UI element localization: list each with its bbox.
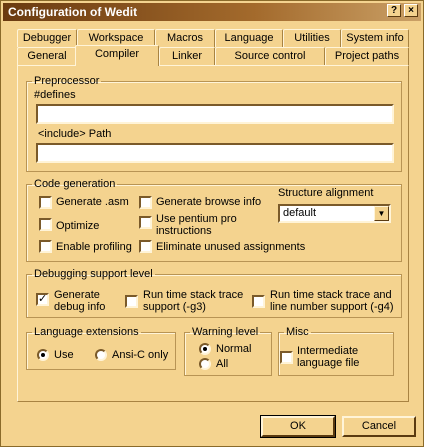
- run-time-g3-label: Run time stack trace support (-g3): [143, 289, 244, 313]
- tab-source-control[interactable]: Source control: [215, 47, 325, 65]
- warning-level-legend: Warning level: [192, 326, 259, 338]
- ansi-c-label: Ansi-C only: [112, 349, 169, 361]
- generate-asm-checkbox[interactable]: [39, 196, 52, 209]
- tab-language[interactable]: Language: [215, 29, 283, 47]
- enable-profiling-checkbox[interactable]: [39, 240, 52, 253]
- generate-debug-label: Generate debug info: [54, 289, 106, 313]
- structure-alignment-label: Structure alignment: [278, 187, 374, 199]
- defines-label: #defines: [34, 89, 76, 101]
- generate-debug-checkbox[interactable]: ✓: [36, 293, 49, 306]
- generate-asm-label: Generate .asm: [56, 196, 129, 208]
- misc-legend: Misc: [286, 326, 309, 338]
- intermediate-language-label: Intermediate language file: [297, 345, 360, 369]
- title-bar: Configuration of Wedit: [3, 3, 421, 21]
- ansi-c-radio[interactable]: [95, 349, 107, 361]
- run-time-g4-label: Run time stack trace and line number sup…: [270, 289, 394, 313]
- window-title: Configuration of Wedit: [8, 5, 138, 19]
- include-path-label: <include> Path: [38, 128, 112, 140]
- config-dialog: Configuration of Wedit ? × Debugger Work…: [0, 0, 424, 447]
- generate-browse-label: Generate browse info: [156, 196, 262, 208]
- tab-compiler[interactable]: Compiler: [75, 45, 159, 66]
- tab-macros[interactable]: Macros: [155, 29, 215, 47]
- compiler-panel: Preprocessor #defines <include> Path Cod…: [17, 65, 409, 402]
- debugging-legend: Debugging support level: [34, 268, 153, 280]
- include-path-input[interactable]: [36, 143, 394, 163]
- help-button[interactable]: ?: [387, 4, 401, 17]
- warning-all-label: All: [216, 358, 229, 370]
- language-extensions-group: Language extensions: [26, 326, 176, 370]
- language-extensions-legend: Language extensions: [34, 326, 139, 338]
- preprocessor-legend: Preprocessor: [34, 75, 100, 87]
- optimize-label: Optimize: [56, 220, 100, 232]
- tab-linker[interactable]: Linker: [159, 47, 215, 65]
- use-extensions-radio[interactable]: [37, 349, 49, 361]
- warning-normal-label: Normal: [216, 343, 252, 355]
- tab-general[interactable]: General: [17, 47, 77, 65]
- enable-profiling-label: Enable profiling: [56, 241, 132, 253]
- use-pentium-checkbox[interactable]: [139, 216, 152, 229]
- defines-input[interactable]: [36, 104, 394, 124]
- tab-system-info[interactable]: System info: [341, 29, 409, 47]
- use-pentium-label: Use pentium pro instructions: [156, 213, 237, 237]
- tab-debugger[interactable]: Debugger: [17, 29, 77, 47]
- warning-normal-radio[interactable]: [199, 343, 211, 355]
- cancel-button[interactable]: Cancel: [342, 416, 416, 437]
- optimize-checkbox[interactable]: [39, 218, 52, 231]
- intermediate-language-checkbox[interactable]: [280, 351, 293, 364]
- tab-project-paths[interactable]: Project paths: [325, 47, 409, 65]
- chevron-down-icon[interactable]: ▼: [374, 206, 389, 221]
- code-generation-legend: Code generation: [34, 178, 116, 190]
- ok-button[interactable]: OK: [260, 415, 336, 438]
- structure-alignment-value: default: [283, 207, 317, 219]
- structure-alignment-select[interactable]: default ▼: [278, 204, 391, 223]
- tab-utilities[interactable]: Utilities: [283, 29, 341, 47]
- generate-browse-checkbox[interactable]: [139, 196, 152, 209]
- eliminate-unused-label: Eliminate unused assignments: [156, 241, 306, 253]
- run-time-g4-checkbox[interactable]: [252, 295, 265, 308]
- run-time-g3-checkbox[interactable]: [125, 295, 138, 308]
- use-extensions-label: Use: [54, 349, 74, 361]
- close-button[interactable]: ×: [404, 4, 418, 17]
- eliminate-unused-checkbox[interactable]: [139, 240, 152, 253]
- warning-all-radio[interactable]: [199, 358, 211, 370]
